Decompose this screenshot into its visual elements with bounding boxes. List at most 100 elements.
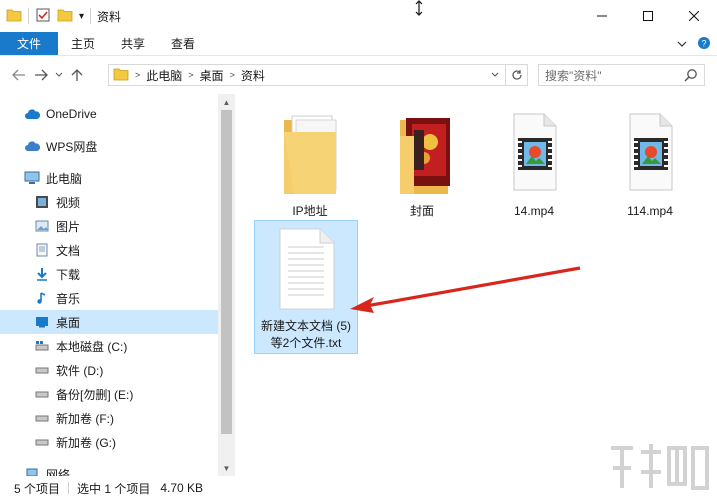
maximize-button[interactable]: [625, 0, 671, 32]
video-file-icon: [502, 102, 566, 197]
new-folder-icon[interactable]: [57, 8, 73, 25]
nav-item-drive-d[interactable]: 软件 (D:): [0, 358, 218, 382]
breadcrumb-desktop[interactable]: 桌面: [200, 67, 224, 84]
cloud-icon: [24, 138, 40, 154]
scroll-up-icon[interactable]: ▲: [218, 94, 235, 110]
folder-icon: [278, 102, 342, 197]
folder-icon: [113, 67, 129, 84]
scrollbar-thumb[interactable]: [221, 110, 232, 434]
forward-button[interactable]: [30, 63, 52, 87]
quick-access-toolbar: ▾: [0, 0, 92, 32]
up-button[interactable]: [66, 63, 88, 87]
status-selection: 选中 1 个项目: [77, 481, 151, 496]
annotation-arrow: [350, 266, 581, 313]
folder-icon: [6, 8, 22, 25]
nav-item-this-pc[interactable]: 此电脑: [0, 166, 218, 190]
watermark-logo: [611, 444, 709, 490]
nav-item-network[interactable]: 网络: [0, 462, 218, 476]
address-bar[interactable]: > 此电脑 > 桌面 > 资料: [108, 64, 506, 86]
nav-label: 视频: [56, 195, 81, 210]
file-name: IP地址: [292, 204, 328, 218]
nav-item-videos[interactable]: 视频: [0, 190, 218, 214]
nav-label: 此电脑: [46, 171, 83, 186]
nav-label: 本地磁盘 (C:): [56, 339, 128, 354]
drive-icon: [34, 386, 50, 402]
drive-icon: [34, 410, 50, 426]
music-icon: [34, 290, 50, 306]
tab-view[interactable]: 查看: [158, 32, 208, 55]
chevron-right-icon[interactable]: >: [230, 70, 235, 80]
file-name: 14.mp4: [513, 204, 555, 218]
video-folder-icon: [34, 194, 50, 210]
desktop-icon: [34, 314, 50, 330]
breadcrumb-this-pc[interactable]: 此电脑: [146, 67, 182, 84]
tab-home[interactable]: 主页: [58, 32, 108, 55]
chevron-right-icon[interactable]: >: [135, 70, 140, 80]
video-file-icon: [618, 102, 682, 197]
navigation-bar: > 此电脑 > 桌面 > 资料 搜索"资料": [0, 56, 717, 94]
nav-pane-scrollbar[interactable]: ▲ ▼: [218, 94, 235, 476]
nav-item-pictures[interactable]: 图片: [0, 214, 218, 238]
text-file-icon: [274, 221, 338, 316]
scroll-down-icon[interactable]: ▼: [218, 460, 235, 476]
nav-label: 网络: [46, 467, 71, 477]
file-item-folder-with-images[interactable]: 封面: [370, 102, 474, 230]
drive-icon: [34, 434, 50, 450]
help-icon[interactable]: ?: [697, 36, 711, 53]
nav-item-downloads[interactable]: 下载: [0, 262, 218, 286]
file-item-video[interactable]: 14.mp4: [482, 102, 586, 230]
status-item-count: 5 个项目: [14, 481, 61, 496]
documents-folder-icon: [34, 242, 50, 258]
nav-item-onedrive[interactable]: OneDrive: [0, 102, 218, 126]
svg-text:?: ?: [701, 38, 706, 48]
network-icon: [24, 466, 40, 476]
file-item-folder[interactable]: IP地址: [258, 102, 362, 230]
search-icon[interactable]: [684, 68, 698, 85]
search-placeholder: 搜索"资料": [545, 68, 602, 83]
nav-label: 下载: [56, 267, 81, 282]
nav-label: 文档: [56, 243, 81, 258]
nav-label: 新加卷 (F:): [56, 411, 114, 426]
file-name: 封面: [409, 204, 434, 218]
window-title: 资料: [97, 9, 122, 24]
tab-share[interactable]: 共享: [108, 32, 158, 55]
tab-file[interactable]: 文件: [0, 32, 59, 55]
nav-label: 软件 (D:): [56, 363, 104, 378]
customize-quick-access-dropdown[interactable]: ▾: [79, 11, 84, 22]
nav-label: 音乐: [56, 291, 81, 306]
nav-item-drive-g[interactable]: 新加卷 (G:): [0, 430, 218, 454]
nav-label: 备份[勿删] (E:): [56, 387, 134, 402]
recent-locations-button[interactable]: [52, 63, 66, 87]
refresh-button[interactable]: [506, 64, 528, 86]
properties-icon[interactable]: [35, 7, 51, 26]
download-icon: [34, 266, 50, 282]
expand-ribbon-icon[interactable]: [677, 37, 687, 51]
status-separator: [68, 482, 70, 494]
computer-icon: [24, 170, 40, 186]
address-dropdown-icon[interactable]: [485, 65, 505, 85]
breadcrumb-current[interactable]: 资料: [241, 67, 265, 84]
ribbon-tabs: 文件 主页 共享 查看 ?: [0, 32, 717, 56]
file-name: 114.mp4: [627, 204, 673, 218]
status-size: 4.70 KB: [160, 481, 204, 495]
file-item-video[interactable]: 114.mp4: [598, 102, 702, 230]
file-name-line2: 等2个文件.txt: [270, 336, 342, 350]
close-button[interactable]: [671, 0, 717, 32]
nav-item-music[interactable]: 音乐: [0, 286, 218, 310]
nav-item-desktop[interactable]: 桌面: [0, 310, 218, 334]
back-button[interactable]: [8, 63, 30, 87]
nav-item-drive-c[interactable]: 本地磁盘 (C:): [0, 334, 218, 358]
chevron-right-icon[interactable]: >: [188, 70, 193, 80]
nav-label: 桌面: [56, 315, 81, 330]
system-drive-icon: [34, 338, 50, 354]
nav-label: 图片: [56, 219, 81, 234]
cloud-icon: [24, 106, 40, 122]
search-input[interactable]: 搜索"资料": [538, 64, 705, 86]
folder-with-images-icon: [390, 102, 454, 197]
nav-item-drive-f[interactable]: 新加卷 (F:): [0, 406, 218, 430]
navigation-pane: OneDrive WPS网盘 此电脑 视频 图片 文档 下载 音乐 桌面 本地磁…: [0, 94, 235, 476]
nav-item-wps-cloud[interactable]: WPS网盘: [0, 134, 218, 158]
nav-item-documents[interactable]: 文档: [0, 238, 218, 262]
minimize-button[interactable]: [579, 0, 625, 32]
nav-item-drive-e[interactable]: 备份[勿删] (E:): [0, 382, 218, 406]
